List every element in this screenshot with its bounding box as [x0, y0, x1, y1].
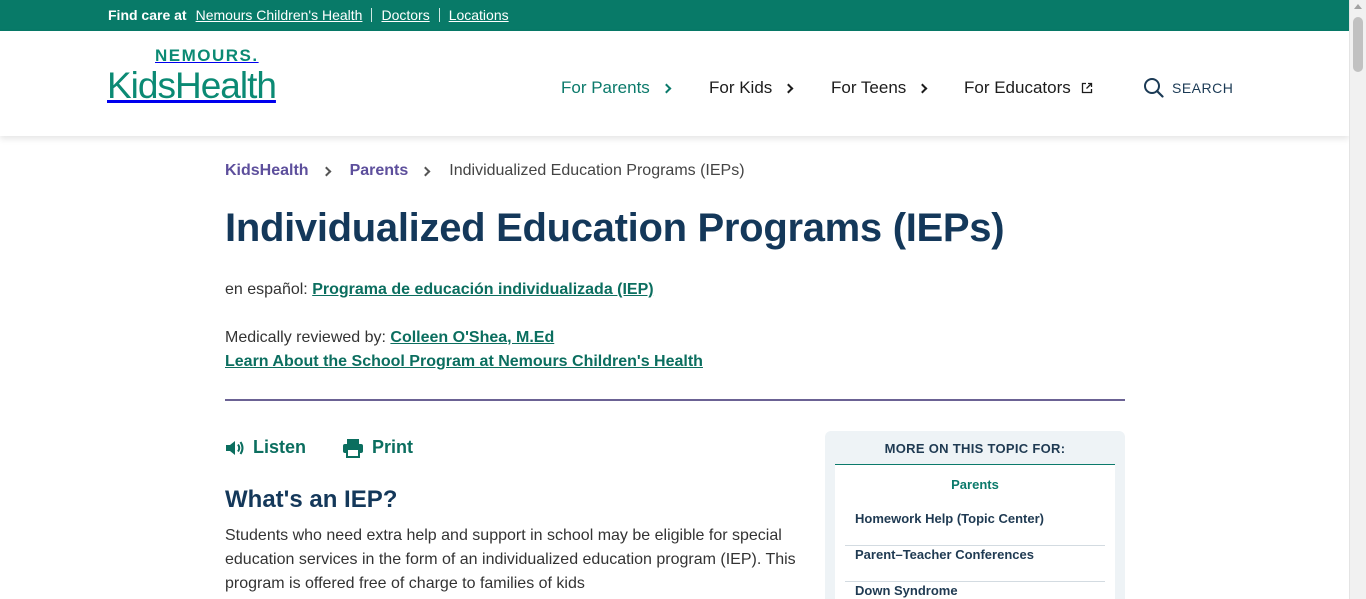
print-label: Print [372, 437, 414, 457]
nav-for-teens-label: For Teens [831, 78, 907, 97]
chevron-right-icon [420, 166, 431, 176]
site-header: NEMOURS. KidsHealth For Parents For Kids… [0, 31, 1349, 136]
kidshealth-logo[interactable]: NEMOURS. KidsHealth [107, 46, 277, 106]
list-item[interactable]: Down Syndrome [845, 582, 1105, 599]
related-topics-audience: Parents [951, 477, 999, 492]
chevron-right-icon [661, 83, 672, 93]
chevron-right-icon [917, 83, 928, 93]
article-tools: Listen Print [225, 437, 413, 458]
breadcrumb-kidshealth[interactable]: KidsHealth [225, 162, 309, 180]
printer-icon [343, 438, 364, 458]
breadcrumb-current: Individualized Education Programs (IEPs) [449, 162, 745, 179]
section-heading: What's an IEP? [225, 486, 398, 513]
nav-for-parents[interactable]: For Parents [561, 78, 672, 98]
nav-for-educators[interactable]: For Educators [964, 78, 1093, 98]
nav-for-kids-label: For Kids [709, 78, 773, 97]
search-label: SEARCH [1172, 79, 1234, 96]
find-care-bar: Find care at Nemours Children's Health D… [0, 0, 1349, 31]
medical-review: Medically reviewed by: Colleen O'Shea, M… [225, 329, 554, 347]
spanish-prefix: en español: [225, 281, 308, 298]
divider [371, 8, 373, 22]
external-link-icon [1081, 82, 1092, 94]
listen-label: Listen [253, 437, 307, 457]
nav-for-kids[interactable]: For Kids [709, 78, 794, 98]
nemours-childrens-health-link[interactable]: Nemours Children's Health [196, 7, 363, 23]
spanish-version: en español: Programa de educación indivi… [225, 281, 654, 299]
related-topics-heading: MORE ON THIS TOPIC FOR: [835, 441, 1115, 466]
search-button[interactable]: SEARCH [1143, 77, 1233, 98]
breadcrumb-parents[interactable]: Parents [350, 162, 409, 180]
listen-button[interactable]: Listen [225, 437, 306, 458]
speaker-icon [226, 440, 244, 455]
logo-nemours-text: NEMOURS. [155, 46, 259, 65]
chevron-right-icon [321, 166, 332, 176]
list-item[interactable]: Homework Help (Topic Center) [845, 510, 1105, 546]
content-divider [225, 399, 1125, 401]
page-title: Individualized Education Programs (IEPs) [225, 206, 1005, 250]
related-link-down-syndrome: Down Syndrome [855, 583, 958, 598]
doctors-link[interactable]: Doctors [381, 7, 429, 23]
chevron-right-icon [783, 83, 794, 93]
page-scrollbar[interactable] [1349, 0, 1366, 599]
print-button[interactable]: Print [342, 437, 413, 458]
divider [438, 8, 440, 22]
find-care-label: Find care at [108, 7, 187, 23]
spanish-version-link[interactable]: Programa de educación individualizada (I… [312, 281, 653, 298]
search-icon [1144, 78, 1164, 98]
related-link-parent-teacher: Parent–Teacher Conferences [855, 547, 1034, 562]
nav-for-teens[interactable]: For Teens [831, 78, 928, 98]
article-paragraph: Students who need extra help and support… [225, 527, 796, 592]
list-item[interactable]: Parent–Teacher Conferences [845, 546, 1105, 582]
scroll-up-icon[interactable] [1354, 4, 1362, 9]
school-program-link[interactable]: Learn About the School Program at Nemour… [225, 353, 703, 371]
nav-for-educators-label: For Educators [964, 78, 1071, 97]
reviewer-link[interactable]: Colleen O'Shea, M.Ed [390, 329, 554, 346]
related-link-homework-help: Homework Help (Topic Center) [855, 511, 1045, 526]
scrollbar-thumb[interactable] [1353, 17, 1363, 72]
locations-link[interactable]: Locations [449, 7, 509, 23]
reviewed-prefix: Medically reviewed by: [225, 329, 386, 346]
related-topics-list: Homework Help (Topic Center) Parent–Teac… [845, 510, 1105, 599]
breadcrumb: KidsHealth Parents Individualized Educat… [225, 162, 745, 180]
logo-kidshealth-text: KidsHealth [107, 65, 277, 106]
nav-for-parents-label: For Parents [561, 78, 650, 97]
